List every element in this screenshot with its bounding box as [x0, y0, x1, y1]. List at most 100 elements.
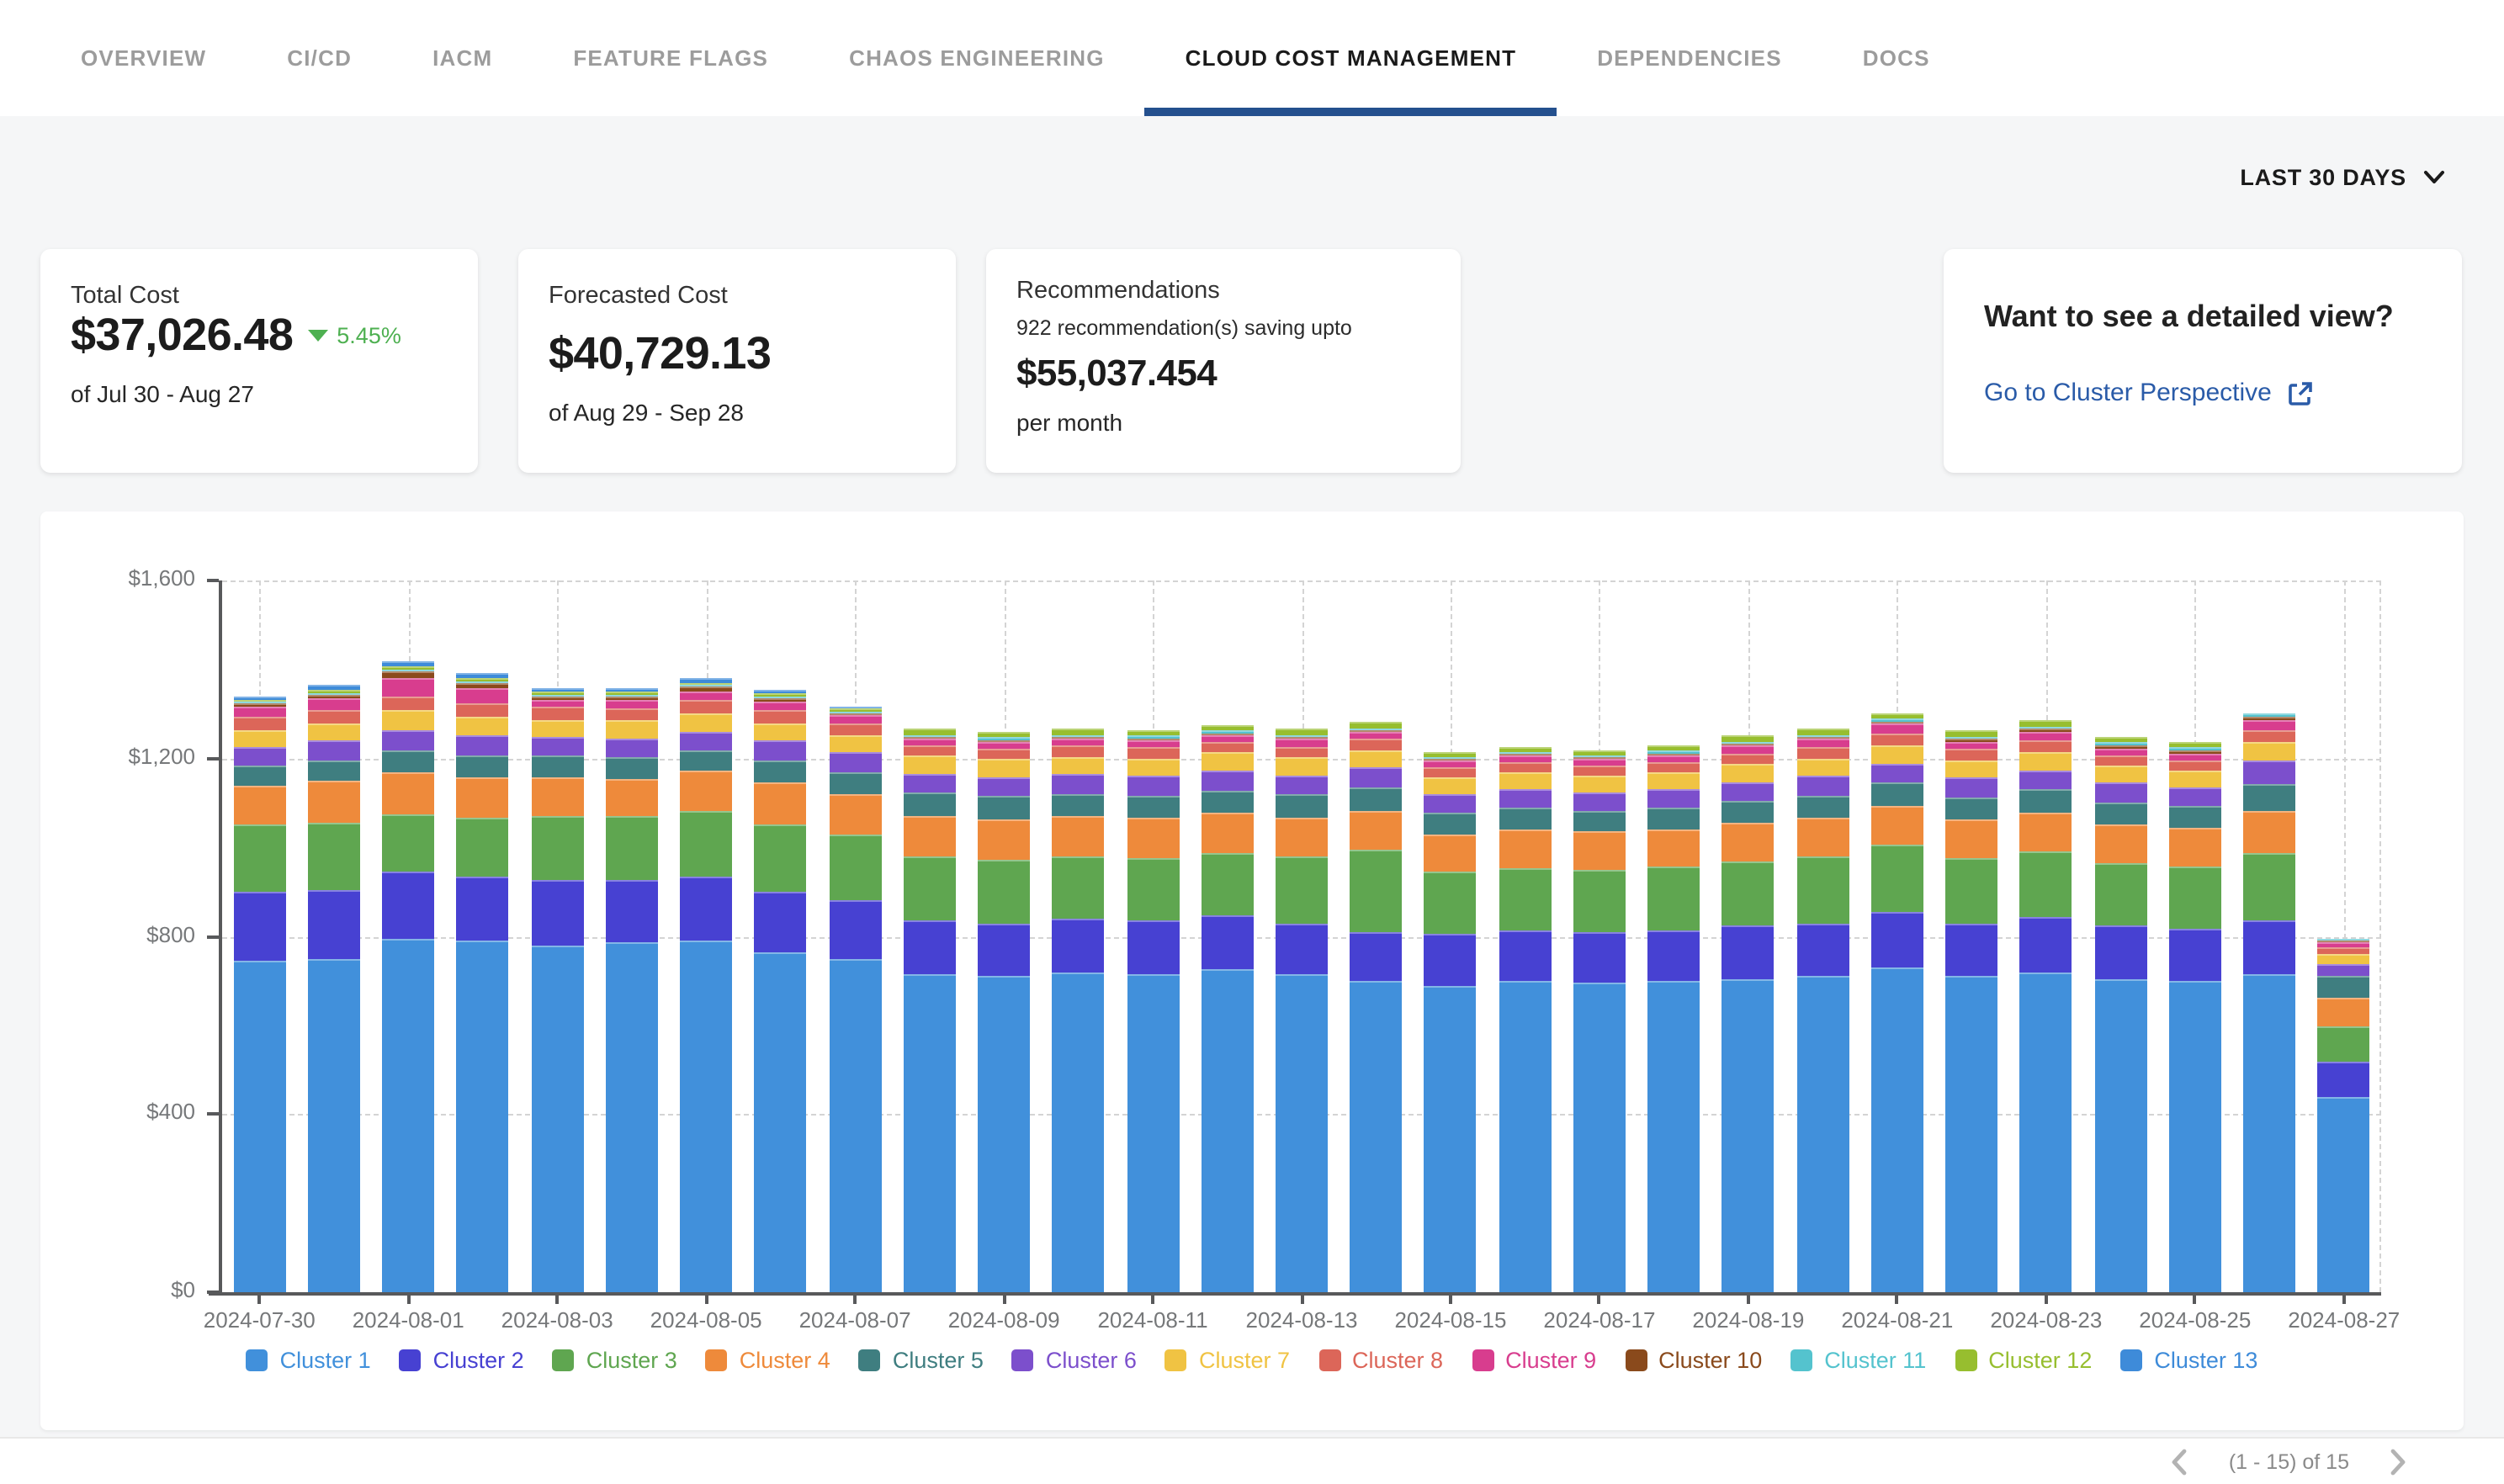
bar-2024-08-03[interactable]: [531, 688, 583, 1292]
tab-bar: OVERVIEW CI/CD IACM FEATURE FLAGS CHAOS …: [0, 0, 2504, 116]
total-cost-value: $37,026.48: [71, 310, 293, 362]
bar-2024-08-22[interactable]: [1945, 731, 1997, 1292]
x-axis-tick: [1896, 1292, 1899, 1304]
bar-segment-cluster-7: [606, 721, 658, 739]
bar-2024-08-16[interactable]: [1499, 746, 1551, 1292]
bar-segment-cluster-6: [233, 747, 285, 765]
bar-2024-08-02[interactable]: [457, 673, 509, 1292]
tab-cloud-cost-management-label: CLOUD COST MANAGEMENT: [1186, 45, 1517, 71]
bar-2024-08-08[interactable]: [904, 729, 956, 1292]
tab-overview[interactable]: OVERVIEW: [81, 0, 206, 116]
bar-2024-08-25[interactable]: [2169, 743, 2221, 1292]
legend-item-cluster-7[interactable]: Cluster 7: [1165, 1348, 1290, 1373]
bar-segment-cluster-9: [1722, 745, 1775, 754]
tab-chaos-engineering[interactable]: CHAOS ENGINEERING: [849, 0, 1105, 116]
legend-item-cluster-5[interactable]: Cluster 5: [859, 1348, 984, 1373]
legend-item-cluster-6[interactable]: Cluster 6: [1012, 1348, 1137, 1373]
bar-segment-cluster-9: [755, 702, 807, 711]
pagination-prev-button[interactable]: [2172, 1449, 2188, 1476]
bar-2024-08-14[interactable]: [1350, 722, 1402, 1292]
bar-segment-cluster-3: [1647, 867, 1700, 930]
bar-segment-cluster-6: [1053, 775, 1105, 794]
bar-segment-cluster-7: [978, 759, 1030, 776]
bar-2024-08-07[interactable]: [829, 706, 881, 1292]
detailed-view-card: Want to see a detailed view? Go to Clust…: [1944, 249, 2462, 473]
bar-segment-cluster-7: [1202, 753, 1254, 771]
legend-item-cluster-8[interactable]: Cluster 8: [1318, 1348, 1443, 1373]
bar-2024-08-12[interactable]: [1202, 725, 1254, 1292]
bar-2024-08-27[interactable]: [2318, 938, 2370, 1292]
bar-segment-cluster-1: [1350, 981, 1402, 1292]
total-cost-card: Total Cost $37,026.48 5.45% of Jul 30 - …: [40, 249, 478, 473]
bar-segment-cluster-12: [1722, 735, 1775, 741]
tab-feature-flags[interactable]: FEATURE FLAGS: [573, 0, 768, 116]
legend-item-cluster-10[interactable]: Cluster 10: [1625, 1348, 1762, 1373]
triangle-down-icon: [308, 330, 328, 342]
legend-item-cluster-9[interactable]: Cluster 9: [1472, 1348, 1596, 1373]
bar-segment-cluster-2: [1945, 923, 1997, 976]
cluster-perspective-link[interactable]: Go to Cluster Perspective: [1984, 379, 2432, 407]
bar-segment-cluster-4: [233, 785, 285, 825]
bar-segment-cluster-3: [382, 815, 434, 872]
bar-2024-08-04[interactable]: [606, 689, 658, 1292]
x-axis-tick: [1002, 1292, 1005, 1304]
bar-2024-08-18[interactable]: [1647, 745, 1700, 1292]
bar-segment-cluster-6: [1647, 789, 1700, 808]
legend-item-cluster-1[interactable]: Cluster 1: [247, 1348, 371, 1373]
bar-segment-cluster-3: [2020, 852, 2072, 918]
bar-segment-cluster-5: [680, 750, 732, 771]
tab-iacm[interactable]: IACM: [432, 0, 492, 116]
bar-2024-08-13[interactable]: [1276, 729, 1328, 1292]
bar-2024-08-17[interactable]: [1573, 750, 1626, 1292]
bar-2024-08-10[interactable]: [1053, 729, 1105, 1292]
bar-2024-08-05[interactable]: [680, 678, 732, 1292]
bar-2024-08-11[interactable]: [1127, 730, 1179, 1292]
bar-segment-cluster-8: [904, 745, 956, 756]
legend-item-cluster-11[interactable]: Cluster 11: [1790, 1348, 1926, 1373]
bar-segment-cluster-6: [1499, 790, 1551, 808]
bar-segment-cluster-2: [978, 924, 1030, 976]
tab-cloud-cost-management[interactable]: CLOUD COST MANAGEMENT: [1186, 0, 1517, 116]
legend-item-cluster-12[interactable]: Cluster 12: [1955, 1348, 2092, 1373]
bar-segment-cluster-12: [1350, 722, 1402, 728]
bar-segment-cluster-3: [233, 825, 285, 892]
bar-2024-08-23[interactable]: [2020, 721, 2072, 1292]
bar-2024-08-26[interactable]: [2243, 713, 2295, 1292]
legend-item-cluster-3[interactable]: Cluster 3: [553, 1348, 677, 1373]
tab-cicd[interactable]: CI/CD: [287, 0, 352, 116]
pagination-next-button[interactable]: [2390, 1449, 2406, 1476]
bar-2024-08-21[interactable]: [1871, 713, 1923, 1292]
bar-segment-cluster-3: [1424, 872, 1477, 934]
tab-docs[interactable]: DOCS: [1863, 0, 1930, 116]
bar-2024-08-24[interactable]: [2094, 737, 2146, 1292]
legend-swatch: [553, 1349, 575, 1371]
chevron-left-icon: [2172, 1449, 2188, 1476]
bar-2024-07-30[interactable]: [233, 696, 285, 1292]
bar-segment-cluster-6: [1276, 776, 1328, 795]
bar-segment-cluster-9: [1424, 761, 1477, 767]
bar-2024-08-15[interactable]: [1424, 752, 1477, 1292]
bar-2024-08-19[interactable]: [1722, 735, 1775, 1292]
bar-2024-08-01[interactable]: [382, 662, 434, 1292]
legend-swatch: [1165, 1349, 1187, 1371]
bar-2024-08-06[interactable]: [755, 690, 807, 1292]
tab-dependencies[interactable]: DEPENDENCIES: [1597, 0, 1782, 116]
bar-segment-cluster-9: [1127, 740, 1179, 747]
bar-2024-07-31[interactable]: [308, 685, 360, 1292]
legend-item-cluster-4[interactable]: Cluster 4: [706, 1348, 830, 1373]
detailed-view-title: Want to see a detailed view?: [1984, 299, 2432, 335]
time-range-dropdown[interactable]: LAST 30 DAYS: [2240, 165, 2445, 190]
bar-segment-cluster-3: [1053, 856, 1105, 920]
bar-2024-08-20[interactable]: [1796, 729, 1849, 1292]
bar-segment-cluster-9: [233, 707, 285, 718]
x-axis-tick: [1747, 1292, 1750, 1304]
bar-segment-cluster-8: [1350, 739, 1402, 750]
bar-segment-cluster-9: [1276, 739, 1328, 747]
bar-segment-cluster-4: [2169, 827, 2221, 867]
legend-item-cluster-13[interactable]: Cluster 13: [2120, 1348, 2257, 1373]
bar-segment-cluster-7: [2243, 742, 2295, 760]
bar-2024-08-09[interactable]: [978, 733, 1030, 1293]
bar-segment-cluster-7: [1647, 771, 1700, 788]
legend-item-cluster-2[interactable]: Cluster 2: [400, 1348, 524, 1373]
bar-segment-cluster-12: [1276, 729, 1328, 734]
